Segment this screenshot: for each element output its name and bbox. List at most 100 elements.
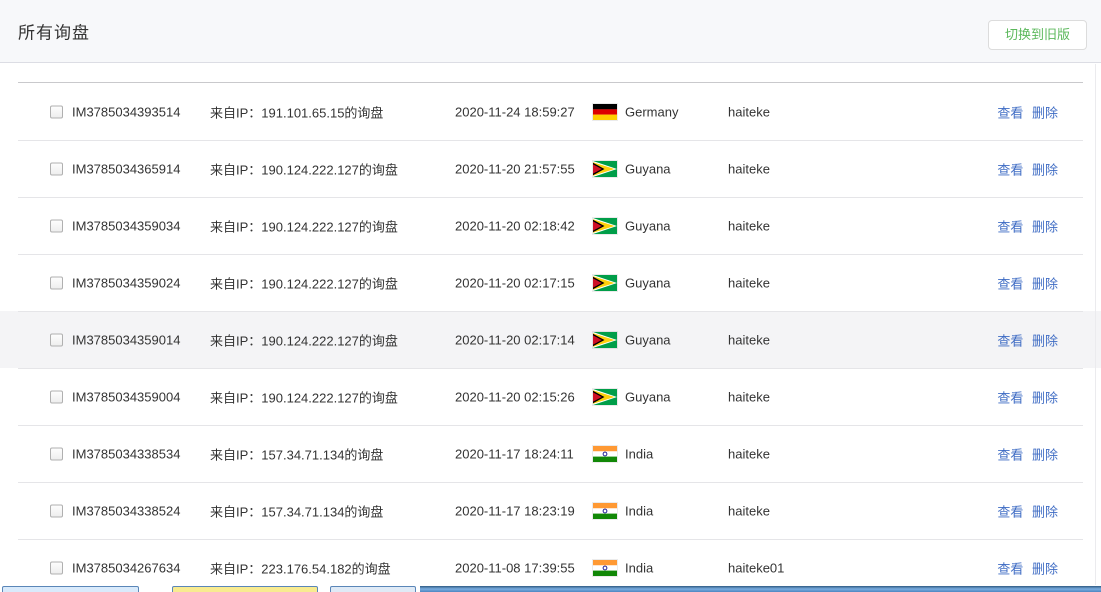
table-row: IM3785034359014 来自IP：190.124.222.127的询盘 … — [0, 311, 1101, 368]
row-actions: 查看 删除 — [997, 216, 1058, 235]
row-checkbox[interactable] — [50, 447, 63, 460]
inquiry-ip-link[interactable]: 来自IP：157.34.71.134的询盘 — [210, 501, 383, 520]
username: haiteke — [728, 104, 770, 119]
table-row: IM3785034393514 来自IP：191.101.65.15的询盘 20… — [0, 83, 1101, 140]
delete-link[interactable]: 删除 — [1032, 276, 1058, 291]
country-flag-icon — [593, 503, 617, 519]
inquiry-id: IM3785034338524 — [72, 503, 180, 518]
country-name: Germany — [625, 104, 678, 119]
row-checkbox[interactable] — [50, 390, 63, 403]
table-row: IM3785034359024 来自IP：190.124.222.127的询盘 … — [0, 254, 1101, 311]
table-row: IM3785034338534 来自IP：157.34.71.134的询盘 20… — [0, 425, 1101, 482]
username: haiteke — [728, 503, 770, 518]
inquiry-id: IM3785034365914 — [72, 161, 180, 176]
delete-link[interactable]: 删除 — [1032, 561, 1058, 576]
country-flag-icon — [593, 446, 617, 462]
delete-link[interactable]: 删除 — [1032, 219, 1058, 234]
username: haiteke — [728, 332, 770, 347]
username: haiteke — [728, 218, 770, 233]
inquiry-ip-link[interactable]: 来自IP：190.124.222.127的询盘 — [210, 216, 398, 235]
country-name: India — [625, 503, 653, 518]
row-actions: 查看 删除 — [997, 273, 1058, 292]
delete-link[interactable]: 删除 — [1032, 447, 1058, 462]
delete-link[interactable]: 删除 — [1032, 504, 1058, 519]
inquiry-timestamp: 2020-11-08 17:39:55 — [455, 560, 575, 575]
switch-to-old-version-button[interactable]: 切换到旧版 — [988, 20, 1087, 50]
view-link[interactable]: 查看 — [997, 162, 1023, 177]
inquiry-ip-link[interactable]: 来自IP：190.124.222.127的询盘 — [210, 330, 398, 349]
inquiry-table: IM3785034393514 来自IP：191.101.65.15的询盘 20… — [0, 82, 1101, 592]
inquiry-timestamp: 2020-11-20 02:17:14 — [455, 332, 575, 347]
page-header: 所有询盘 切换到旧版 — [0, 0, 1101, 63]
table-row: IM3785034365914 来自IP：190.124.222.127的询盘 … — [0, 140, 1101, 197]
inquiry-ip-link[interactable]: 来自IP：157.34.71.134的询盘 — [210, 444, 383, 463]
country-name: Guyana — [625, 389, 671, 404]
table-row: IM3785034338524 来自IP：157.34.71.134的询盘 20… — [0, 482, 1101, 539]
username: haiteke01 — [728, 560, 784, 575]
taskbar-button-partial — [172, 586, 318, 592]
inquiry-id: IM3785034359034 — [72, 218, 180, 233]
inquiry-ip-link[interactable]: 来自IP：191.101.65.15的询盘 — [210, 102, 383, 121]
country-name: Guyana — [625, 332, 671, 347]
view-link[interactable]: 查看 — [997, 504, 1023, 519]
view-link[interactable]: 查看 — [997, 390, 1023, 405]
inquiry-page: 所有询盘 切换到旧版 IM3785034393514 来自IP：191.101.… — [0, 0, 1101, 592]
inquiry-timestamp: 2020-11-17 18:24:11 — [455, 446, 574, 461]
inquiry-ip-link[interactable]: 来自IP：190.124.222.127的询盘 — [210, 273, 398, 292]
inquiry-id: IM3785034359024 — [72, 275, 180, 290]
inquiry-id: IM3785034359004 — [72, 389, 180, 404]
inquiry-timestamp: 2020-11-17 18:23:19 — [455, 503, 575, 518]
inquiry-ip-link[interactable]: 来自IP：223.176.54.182的询盘 — [210, 558, 391, 577]
delete-link[interactable]: 删除 — [1032, 333, 1058, 348]
row-checkbox[interactable] — [50, 105, 63, 118]
username: haiteke — [728, 389, 770, 404]
row-actions: 查看 删除 — [997, 558, 1058, 577]
page-title: 所有询盘 — [18, 19, 90, 44]
table-row: IM3785034359034 来自IP：190.124.222.127的询盘 … — [0, 197, 1101, 254]
taskbar-button-partial — [2, 586, 139, 592]
country-flag-icon — [593, 560, 617, 576]
row-checkbox[interactable] — [50, 333, 63, 346]
delete-link[interactable]: 删除 — [1032, 390, 1058, 405]
row-checkbox[interactable] — [50, 162, 63, 175]
inquiry-timestamp: 2020-11-24 18:59:27 — [455, 104, 575, 119]
country-flag-icon — [593, 275, 617, 291]
delete-link[interactable]: 删除 — [1032, 105, 1058, 120]
username: haiteke — [728, 161, 770, 176]
inquiry-id: IM3785034393514 — [72, 104, 180, 119]
row-checkbox[interactable] — [50, 219, 63, 232]
view-link[interactable]: 查看 — [997, 333, 1023, 348]
view-link[interactable]: 查看 — [997, 276, 1023, 291]
country-flag-icon — [593, 161, 617, 177]
row-checkbox[interactable] — [50, 561, 63, 574]
view-link[interactable]: 查看 — [997, 561, 1023, 576]
view-link[interactable]: 查看 — [997, 447, 1023, 462]
country-name: Guyana — [625, 161, 671, 176]
inquiry-id: IM3785034338534 — [72, 446, 180, 461]
row-actions: 查看 删除 — [997, 102, 1058, 121]
row-checkbox[interactable] — [50, 276, 63, 289]
inquiry-timestamp: 2020-11-20 02:17:15 — [455, 275, 575, 290]
inquiry-ip-link[interactable]: 来自IP：190.124.222.127的询盘 — [210, 159, 398, 178]
inquiry-timestamp: 2020-11-20 21:57:55 — [455, 161, 575, 176]
inquiry-id: IM3785034267634 — [72, 560, 180, 575]
row-actions: 查看 删除 — [997, 387, 1058, 406]
country-name: Guyana — [625, 218, 671, 233]
country-name: Guyana — [625, 275, 671, 290]
country-flag-icon — [593, 104, 617, 120]
row-actions: 查看 删除 — [997, 444, 1058, 463]
delete-link[interactable]: 删除 — [1032, 162, 1058, 177]
row-actions: 查看 删除 — [997, 330, 1058, 349]
country-flag-icon — [593, 218, 617, 234]
bottom-window-strip — [0, 585, 1101, 592]
view-link[interactable]: 查看 — [997, 219, 1023, 234]
username: haiteke — [728, 446, 770, 461]
inquiry-timestamp: 2020-11-20 02:15:26 — [455, 389, 575, 404]
inquiry-ip-link[interactable]: 来自IP：190.124.222.127的询盘 — [210, 387, 398, 406]
row-checkbox[interactable] — [50, 504, 63, 517]
view-link[interactable]: 查看 — [997, 105, 1023, 120]
country-flag-icon — [593, 332, 617, 348]
inquiry-timestamp: 2020-11-20 02:18:42 — [455, 218, 575, 233]
taskbar-bar-partial — [420, 586, 1101, 592]
country-flag-icon — [593, 389, 617, 405]
